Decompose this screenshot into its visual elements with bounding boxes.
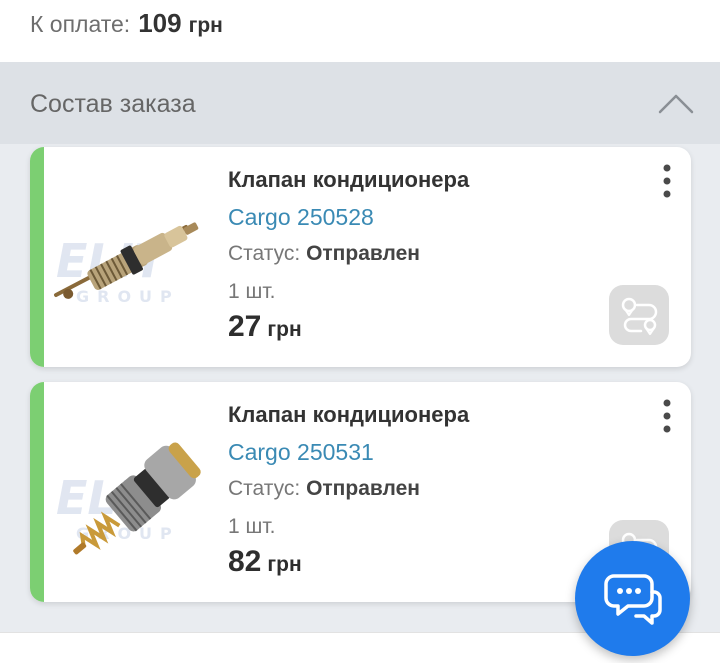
more-vertical-icon[interactable] <box>653 397 681 437</box>
item-status: Статус: Отправлен <box>228 477 420 501</box>
chevron-up-icon[interactable] <box>656 88 696 118</box>
order-item-card[interactable]: ELIT GROUP <box>30 147 691 367</box>
svg-text:GROUP: GROUP <box>76 287 180 306</box>
chat-button[interactable] <box>575 541 690 656</box>
price-value: 82 <box>228 545 262 578</box>
total-currency: грн <box>188 14 223 37</box>
item-name: Клапан кондиционера <box>228 402 470 427</box>
item-quantity: 1 шт. <box>228 280 276 303</box>
price-currency: грн <box>267 318 302 341</box>
section-header[interactable]: Состав заказа <box>0 62 720 144</box>
total-to-pay: К оплате: 109 грн <box>30 8 223 44</box>
price-value: 27 <box>228 310 262 343</box>
product-image: ELIT GROUP <box>46 402 226 582</box>
status-label: Статус: <box>228 477 301 500</box>
status-value: Отправлен <box>306 242 420 265</box>
item-quantity: 1 шт. <box>228 515 276 538</box>
item-price: 27 грн <box>228 310 302 344</box>
route-map-icon[interactable] <box>609 285 669 345</box>
status-label: Статус: <box>228 242 301 265</box>
status-stripe <box>30 147 44 367</box>
item-status: Статус: Отправлен <box>228 242 420 266</box>
status-stripe <box>30 382 44 602</box>
section-title: Состав заказа <box>30 90 196 118</box>
status-value: Отправлен <box>306 477 420 500</box>
price-currency: грн <box>267 553 302 576</box>
total-amount: 109 <box>138 8 182 38</box>
cargo-link[interactable]: Cargo 250528 <box>228 204 374 231</box>
more-vertical-icon[interactable] <box>653 162 681 202</box>
cargo-link[interactable]: Cargo 250531 <box>228 439 374 466</box>
chat-icon <box>602 568 664 635</box>
item-name: Клапан кондиционера <box>228 167 470 192</box>
product-image: ELIT GROUP <box>46 167 226 347</box>
total-label: К оплате: <box>30 11 131 37</box>
item-price: 82 грн <box>228 545 302 579</box>
